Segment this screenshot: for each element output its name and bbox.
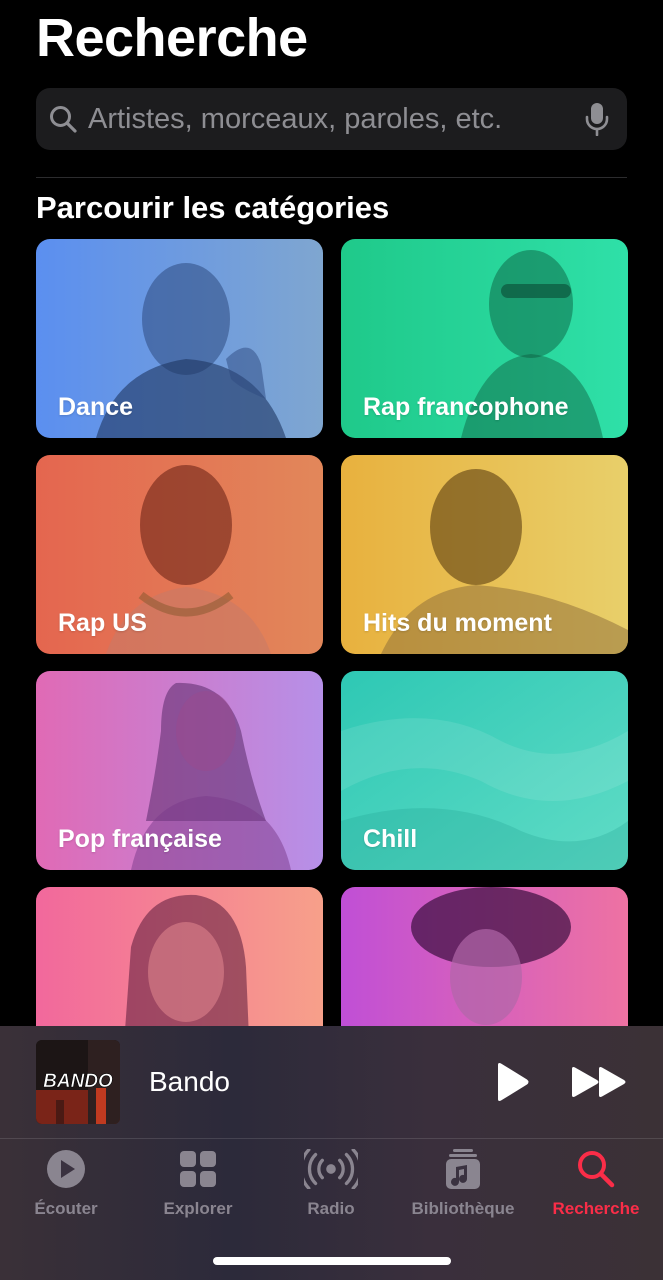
section-divider (36, 177, 627, 178)
category-artwork (36, 887, 323, 1027)
category-tile-8[interactable] (341, 887, 628, 1027)
category-label: Dance (58, 393, 134, 421)
bottom-panel: BANDO Bando Écouter Explorer Radio Bibli… (0, 1026, 663, 1280)
home-indicator[interactable] (213, 1257, 451, 1265)
category-label: Hits du moment (363, 609, 552, 637)
search-bar[interactable] (36, 88, 627, 150)
category-label: Chill (363, 825, 418, 853)
category-label: Rap US (58, 609, 147, 637)
tab-label: Radio (307, 1199, 355, 1218)
tab-label: Écouter (34, 1199, 98, 1218)
tab-radio[interactable]: Radio (265, 1149, 397, 1229)
tab-recherche[interactable]: Recherche (530, 1149, 662, 1229)
category-label: Rap francophone (363, 393, 569, 421)
tab-label: Bibliothèque (411, 1199, 515, 1218)
search-icon (50, 106, 77, 133)
section-title: Parcourir les catégories (36, 190, 390, 225)
tab-explorer[interactable]: Explorer (132, 1149, 264, 1229)
category-tile-dance[interactable]: Dance (36, 239, 323, 438)
track-title[interactable]: Bando (149, 1064, 230, 1100)
radio-waves-icon (304, 1149, 358, 1189)
category-tile-chill[interactable]: Chill (341, 671, 628, 870)
grid-icon (180, 1151, 216, 1187)
mini-player[interactable]: BANDO Bando (0, 1026, 663, 1138)
category-tile-hits-du-moment[interactable]: Hits du moment (341, 455, 628, 654)
music-library-icon (446, 1149, 480, 1189)
page-title: Recherche (36, 8, 308, 68)
tab-label: Recherche (552, 1199, 640, 1218)
fast-forward-button[interactable] (570, 1066, 628, 1098)
play-button[interactable] (494, 1062, 530, 1102)
now-playing-artwork[interactable]: BANDO (36, 1040, 120, 1124)
category-grid: Dance Rap francophone Rap US Hits du mom… (36, 239, 628, 1027)
tab-ecouter[interactable]: Écouter (0, 1149, 132, 1229)
category-label: Pop française (58, 825, 222, 853)
category-tile-rap-francophone[interactable]: Rap francophone (341, 239, 628, 438)
category-tile-7[interactable] (36, 887, 323, 1027)
album-cover-text: BANDO (43, 1071, 113, 1092)
category-tile-pop-francaise[interactable]: Pop française (36, 671, 323, 870)
tab-bibliotheque[interactable]: Bibliothèque (397, 1149, 529, 1229)
category-artwork (341, 887, 628, 1027)
play-circle-icon (47, 1150, 85, 1188)
tab-label: Explorer (163, 1199, 233, 1218)
microphone-icon[interactable] (585, 102, 609, 136)
album-cover: BANDO (36, 1040, 120, 1124)
search-icon (578, 1151, 615, 1188)
tab-bar: Écouter Explorer Radio Bibliothèque Rech… (0, 1139, 663, 1280)
category-tile-rap-us[interactable]: Rap US (36, 455, 323, 654)
search-input[interactable] (88, 102, 575, 136)
